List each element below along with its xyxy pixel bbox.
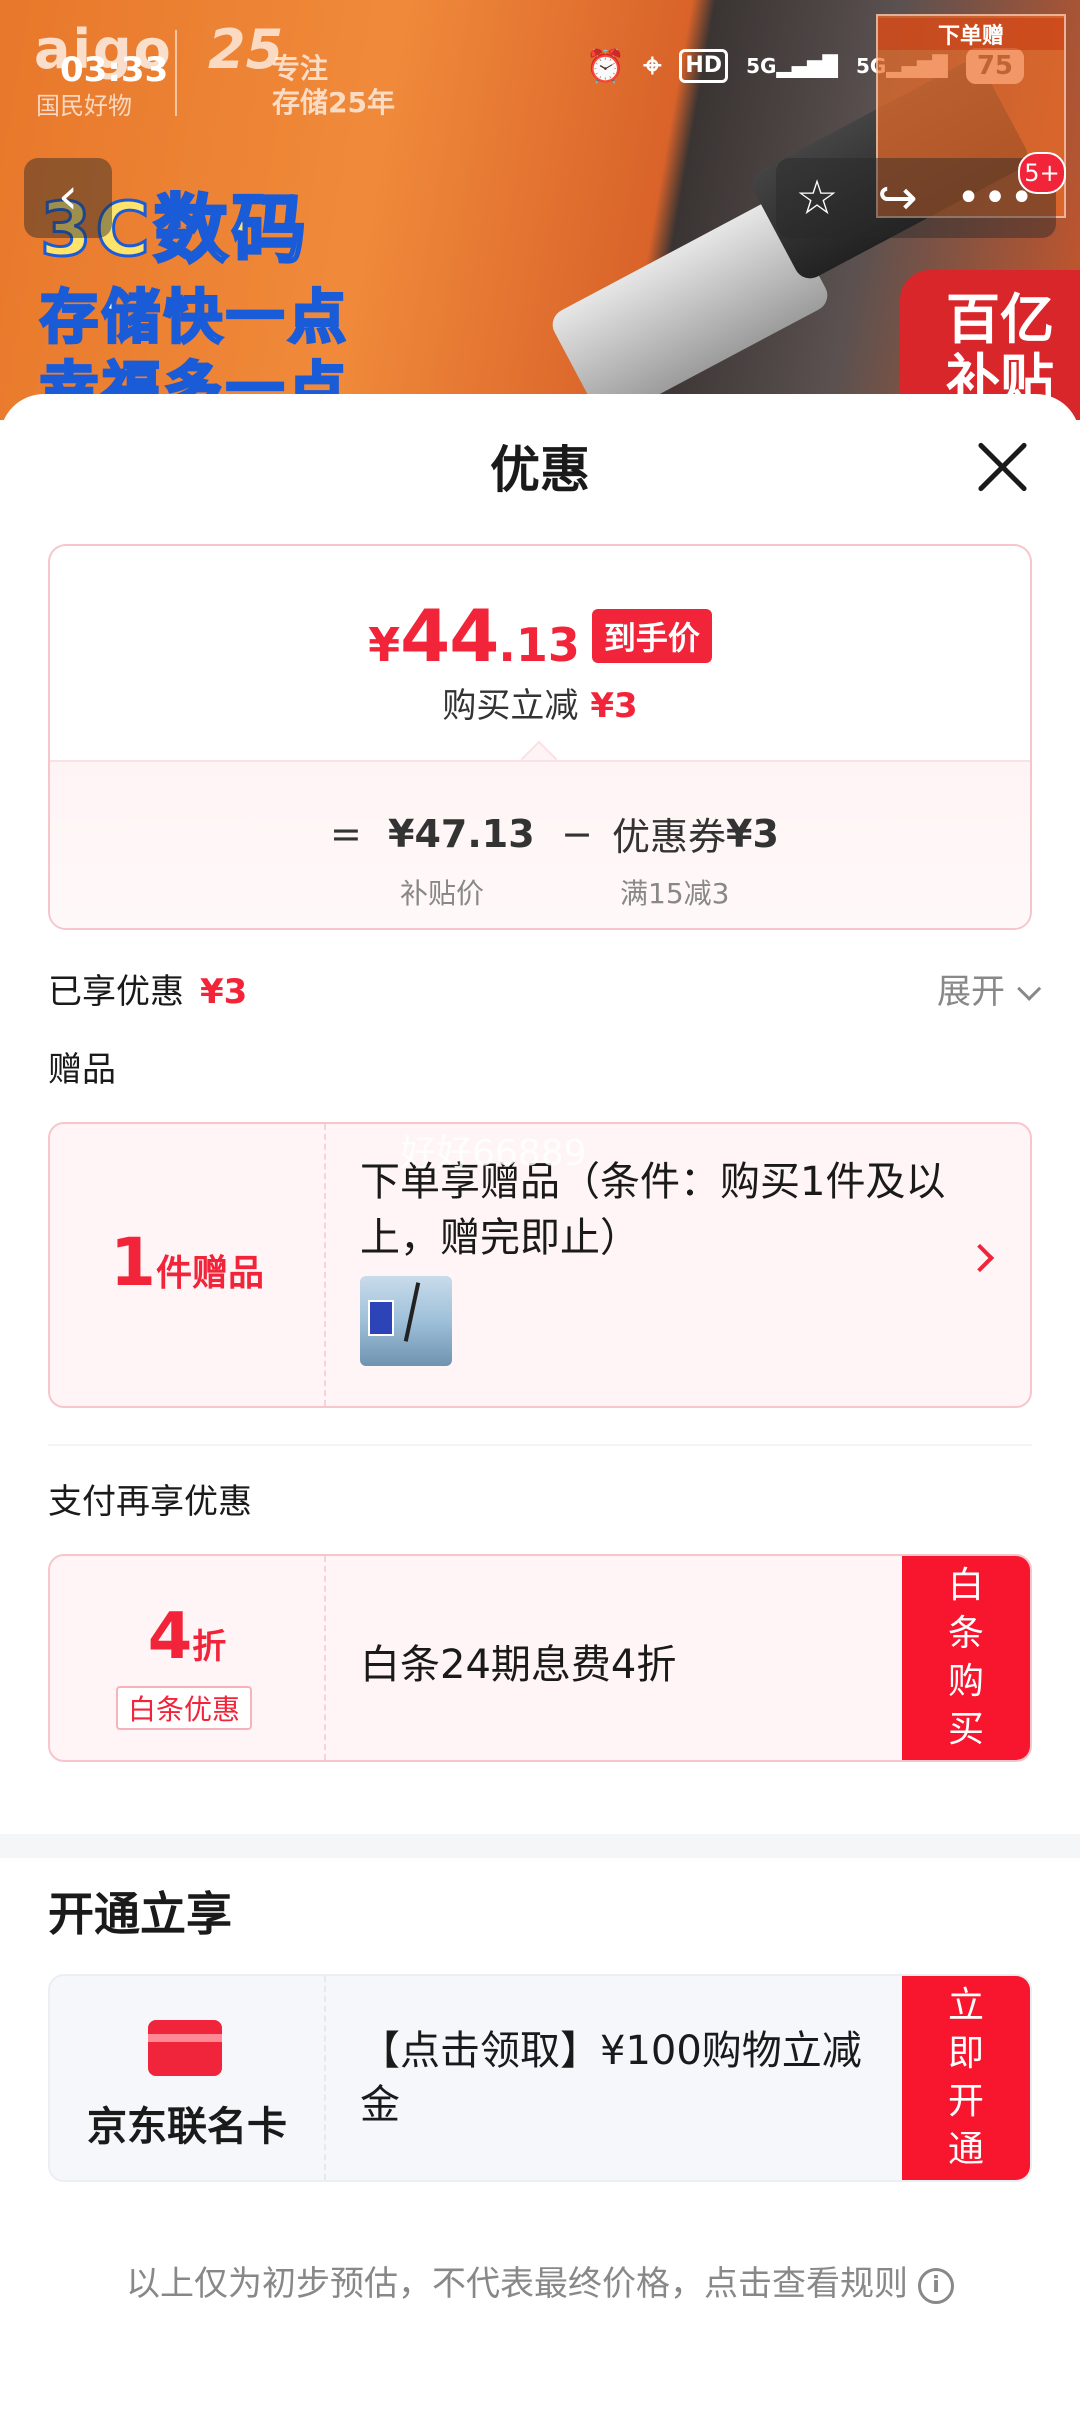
- baitiao-buy-button[interactable]: 白条购买: [902, 1556, 1030, 1760]
- jd-cobrand-card: 京东联名卡 【点击领取】¥100购物立减金 立即开通: [48, 1974, 1032, 2182]
- discount-rate: 4折: [147, 1600, 227, 1674]
- top-action-bar: ☆ ↪ •••: [776, 158, 1056, 238]
- credit-card-icon: [148, 2020, 222, 2076]
- star-icon[interactable]: ☆: [795, 170, 838, 226]
- final-price-area: ¥44.13 到手价 购买立减 ¥3: [50, 546, 1030, 760]
- gift-count-area: 1件赠品: [50, 1124, 326, 1406]
- pay-section-label: 支付再享优惠: [48, 1482, 252, 1522]
- expand-button[interactable]: 展开: [937, 964, 1042, 1013]
- reduction-value: ¥3: [590, 686, 638, 726]
- expand-label: 展开: [937, 972, 1005, 1012]
- back-button[interactable]: ‹: [24, 158, 112, 238]
- coupon-label: 优惠券: [612, 815, 727, 859]
- share-icon[interactable]: ↪: [878, 170, 918, 226]
- price-formula-area: = ¥47.13 − 优惠券 ¥3 补贴价 满15减3: [50, 760, 1030, 928]
- chevron-left-icon: ‹: [58, 167, 78, 225]
- disclaimer-text: 以上仅为初步预估，不代表最终价格，点击查看规则: [126, 2264, 908, 2304]
- sheet-title: 优惠: [490, 441, 590, 499]
- enjoyed-discount: 已享优惠 ¥3: [48, 964, 247, 1013]
- status-time: 03:33: [60, 50, 169, 90]
- enjoyed-value: ¥3: [200, 972, 248, 1012]
- discount-sheet: 优惠 ¥44.13 到手价 购买立减 ¥3 = ¥47.13 − 优惠券 ¥3 补…: [0, 394, 1080, 2412]
- location-icon: ⌖: [643, 46, 662, 84]
- alarm-icon: ⏰: [585, 46, 626, 85]
- discount-rate-area: 4折 白条优惠: [50, 1556, 326, 1760]
- baitiao-offer-card: 4折 白条优惠 白条24期息费4折 白条购买: [48, 1554, 1032, 1762]
- reduction-label: 购买立减: [442, 686, 579, 726]
- hd-icon: HD: [679, 48, 729, 83]
- jd-card-brand-area: 京东联名卡: [50, 1976, 326, 2180]
- gift-section-label: 赠品: [48, 1050, 116, 1090]
- instant-reduction: 购买立减 ¥3: [50, 678, 1030, 727]
- signal-5g-icon: 5G▂▄▆█: [746, 53, 838, 78]
- gift-thumbnail-label: 下单赠: [878, 18, 1064, 50]
- jd-card-offer: 【点击领取】¥100购物立减金: [360, 2028, 862, 2128]
- coupon-rule-caption: 满15减3: [620, 877, 730, 910]
- coupon-value: ¥3: [726, 811, 779, 856]
- divider: [48, 1444, 1032, 1446]
- baitiao-offer-title: 白条24期息费4折: [360, 1642, 677, 1688]
- price-formula: = ¥47.13 − 优惠券 ¥3: [330, 806, 779, 861]
- final-price: ¥44.13: [368, 594, 580, 678]
- footer-disclaimer[interactable]: 以上仅为初步预估，不代表最终价格，点击查看规则 i: [0, 2256, 1080, 2305]
- chevron-right-icon: [965, 1243, 995, 1273]
- info-icon: i: [918, 2267, 954, 2304]
- section-gap: [0, 1834, 1080, 1858]
- watermark: 好好66889: [400, 1133, 587, 1174]
- chevron-down-icon: [1017, 976, 1042, 1001]
- minus-sign: −: [561, 811, 593, 856]
- subsidy-price: ¥47.13: [388, 811, 535, 856]
- jd-card-name: 京东联名卡: [87, 2104, 287, 2150]
- gift-count: 1件赠品: [110, 1224, 264, 1301]
- open-card-button[interactable]: 立即开通: [902, 1976, 1030, 2180]
- price-breakdown-card: ¥44.13 到手价 购买立减 ¥3 = ¥47.13 − 优惠券 ¥3 补贴价 …: [48, 544, 1032, 930]
- open-section-title: 开通立享: [48, 1887, 232, 1941]
- equals-sign: =: [330, 811, 362, 856]
- close-icon[interactable]: [968, 432, 1038, 502]
- final-price-tag: 到手价: [591, 609, 712, 663]
- baitiao-tag: 白条优惠: [116, 1686, 253, 1730]
- final-price-row: ¥44.13 到手价: [50, 594, 1030, 678]
- gift-product-image[interactable]: [360, 1276, 452, 1366]
- notification-badge: 5+: [1018, 152, 1066, 194]
- subsidy-price-caption: 补贴价: [400, 877, 485, 910]
- enjoyed-label: 已享优惠: [48, 972, 184, 1012]
